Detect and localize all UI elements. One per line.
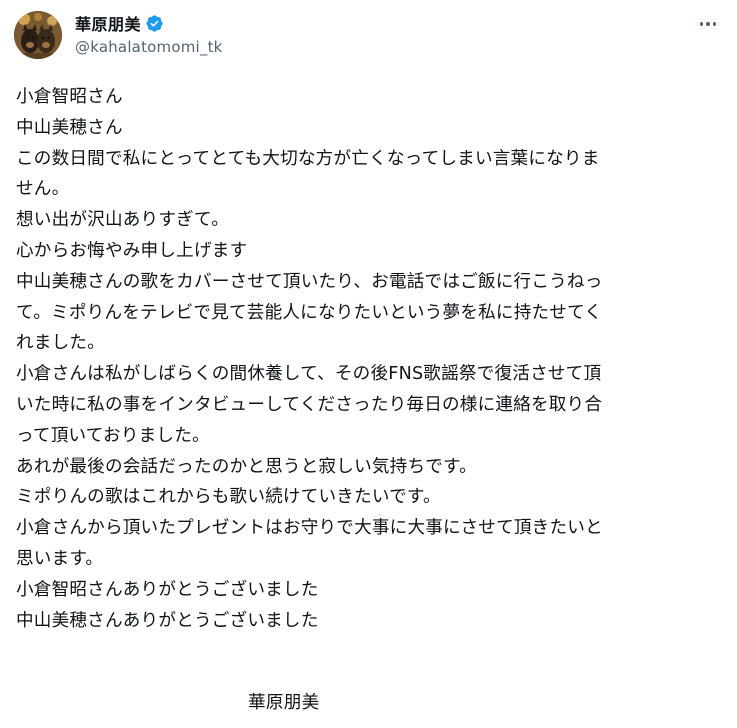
post-text-line: いた時に私の事をインタビューしてくださったり毎日の様に連絡を取り合: [16, 394, 603, 415]
display-name-row: 華原朋美: [75, 12, 223, 34]
post-text-line: 心からお悔やみ申し上げます: [16, 240, 248, 261]
post-text-line: 小倉智昭さんありがとうございました: [16, 579, 319, 600]
post-text-line: て。ミポりんをテレビで見て芸能人になりたいという夢を私に持たせてく: [16, 302, 603, 323]
post-text-line: この数日間で私にとってとても大切な方が亡くなってしまい言葉になりま: [16, 148, 600, 169]
post-text-line: 中山美穂さんの歌をカバーさせて頂いたり、お電話ではご飯に行こうねっ: [16, 271, 603, 292]
post-text-line: せん。: [16, 179, 70, 200]
post-text-line: 想い出が沢山ありすぎて。: [16, 210, 229, 231]
post-text-line: 中山美穂さん: [16, 117, 123, 138]
post-text-line: れました。: [16, 333, 105, 354]
post-text-line: 小倉さんから頂いたプレゼントはお守りで大事に大事にさせて頂きたいと: [16, 518, 603, 539]
post-header: 華原朋美 @kahalatomomi_tk: [14, 10, 723, 62]
post-text: 小倉智昭さん 中山美穂さん この数日間で私にとってとても大切な方が亡くなってしま…: [16, 82, 722, 636]
avatar-image: [14, 11, 62, 59]
author-names: 華原朋美 @kahalatomomi_tk: [75, 12, 223, 56]
post-text-line: って頂いておりました。: [16, 425, 210, 446]
verified-badge-icon: [145, 14, 164, 33]
post-text-line: ミポりんの歌はこれからも歌い続けていきたいです。: [16, 487, 441, 508]
post-card: 華原朋美 @kahalatomomi_tk 小倉智昭さん 中山美穂さん この数日…: [0, 0, 737, 728]
post-text-line: 小倉さんは私がしばらくの間休養して、その後FNS歌謡祭で復活させて頂: [16, 364, 602, 385]
more-options-icon[interactable]: [695, 14, 721, 34]
post-text-line: 中山美穂さんありがとうございました: [16, 610, 319, 631]
author-handle[interactable]: @kahalatomomi_tk: [75, 38, 223, 56]
post-signature: 華原朋美: [248, 693, 320, 713]
author-display-name[interactable]: 華原朋美: [75, 11, 141, 35]
post-text-line: あれが最後の会話だったのかと思うと寂しい気持ちです。: [16, 456, 477, 477]
post-text-line: 思います。: [16, 548, 104, 569]
post-text-line: 小倉智昭さん: [16, 87, 123, 107]
avatar[interactable]: [14, 11, 62, 59]
